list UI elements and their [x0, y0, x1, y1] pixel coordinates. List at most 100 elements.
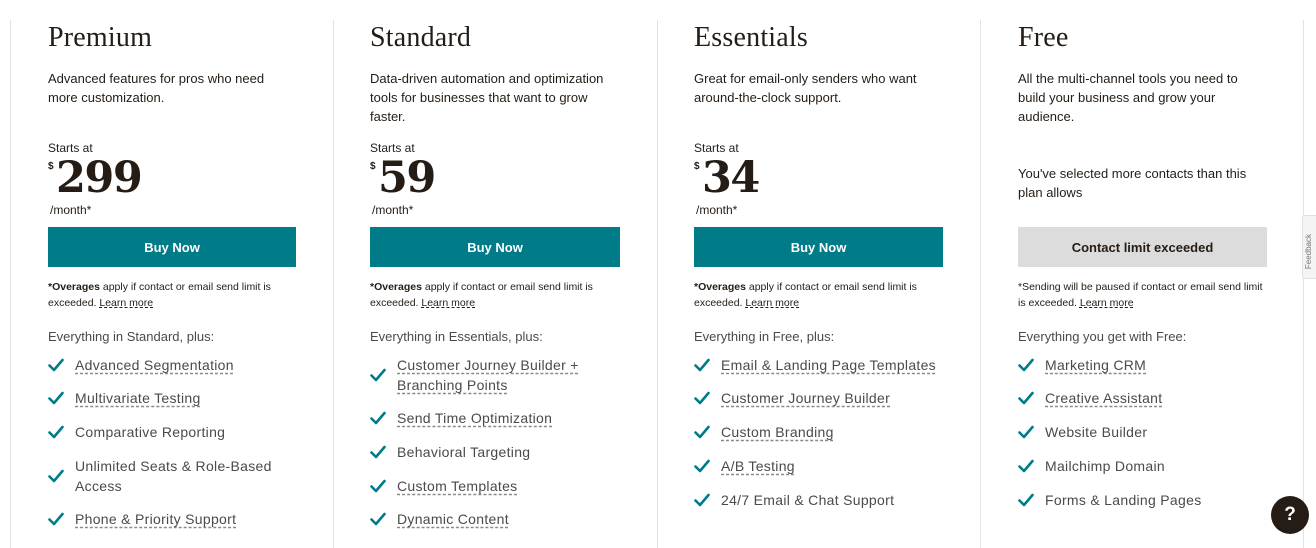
check-icon — [1018, 358, 1034, 372]
feature-label[interactable]: Send Time Optimization — [397, 408, 552, 428]
feedback-tab[interactable]: Feedback — [1302, 215, 1316, 279]
buy-now-button[interactable]: Buy Now — [370, 227, 620, 267]
check-icon — [48, 512, 64, 526]
feature-label: Website Builder — [1045, 424, 1148, 440]
check-icon — [694, 391, 710, 405]
overages-label: *Overages — [370, 281, 422, 293]
check-icon — [1018, 493, 1034, 507]
help-button[interactable]: ? — [1271, 496, 1309, 534]
overages-note: *Overages apply if contact or email send… — [694, 279, 944, 311]
check-icon — [370, 411, 386, 425]
plan-description: Data-driven automation and optimization … — [370, 71, 604, 124]
column-divider — [1303, 20, 1304, 548]
plan-description: All the multi-channel tools you need to … — [1018, 71, 1238, 124]
feature-item: 24/7 Email & Chat Support — [694, 490, 944, 510]
plan-name: Free — [1018, 22, 1069, 53]
feedback-tab-label: Feedback — [1304, 234, 1313, 270]
plan-description: Great for email-only senders who want ar… — [694, 71, 917, 105]
feature-item: Customer Journey Builder — [694, 388, 944, 408]
price-amount: 299 — [56, 153, 143, 203]
plan-name: Standard — [370, 22, 472, 53]
feature-label[interactable]: Customer Journey Builder — [721, 388, 890, 408]
currency-symbol: $ — [694, 161, 700, 172]
feature-label[interactable]: Advanced Segmentation — [75, 355, 234, 375]
contact-limit-exceeded-button[interactable]: Contact limit exceeded — [1018, 227, 1267, 267]
learn-more-link[interactable]: Learn more — [99, 297, 153, 309]
check-icon — [1018, 391, 1034, 405]
feature-label[interactable]: Dynamic Content — [397, 509, 509, 529]
check-icon — [48, 391, 64, 405]
feature-label: Mailchimp Domain — [1045, 458, 1165, 474]
overages-label: *Overages — [694, 281, 746, 293]
check-icon — [694, 425, 710, 439]
check-icon — [370, 512, 386, 526]
feature-item: Comparative Reporting — [48, 422, 298, 442]
feature-label: Unlimited Seats & Role-Based Access — [75, 458, 272, 494]
check-icon — [694, 493, 710, 507]
column-divider — [980, 20, 981, 548]
feature-label[interactable]: Custom Branding — [721, 422, 834, 442]
check-icon — [48, 425, 64, 439]
column-divider — [333, 20, 334, 548]
check-icon — [694, 358, 710, 372]
feature-label[interactable]: Creative Assistant — [1045, 388, 1162, 408]
feature-label[interactable]: A/B Testing — [721, 456, 795, 476]
feature-label[interactable]: Custom Templates — [397, 476, 517, 496]
feature-item: Phone & Priority Support — [48, 509, 298, 529]
pricing-plans: Premium Advanced features for pros who n… — [0, 0, 1316, 548]
feature-item: Marketing CRM — [1018, 355, 1268, 375]
buy-now-button[interactable]: Buy Now — [48, 227, 296, 267]
learn-more-link[interactable]: Learn more — [421, 297, 475, 309]
per-month-label: /month* — [696, 203, 738, 217]
check-icon — [48, 469, 64, 483]
overages-note: *Overages apply if contact or email send… — [370, 279, 620, 311]
check-icon — [370, 445, 386, 459]
everything-heading: Everything you get with Free: — [1018, 329, 1187, 344]
contact-limit-warning: You've selected more contacts than this … — [1018, 166, 1247, 200]
feature-label[interactable]: Marketing CRM — [1045, 355, 1146, 375]
feature-item: Dynamic Content — [370, 509, 620, 529]
check-icon — [48, 358, 64, 372]
everything-heading: Everything in Standard, plus: — [48, 329, 215, 344]
feature-item: Customer Journey Builder + Branching Poi… — [370, 355, 620, 395]
feature-label[interactable]: Customer Journey Builder + Branching Poi… — [397, 355, 602, 395]
feature-label: Comparative Reporting — [75, 424, 226, 440]
question-mark-icon: ? — [1284, 504, 1296, 525]
feature-label[interactable]: Email & Landing Page Templates — [721, 355, 936, 375]
buy-now-button[interactable]: Buy Now — [694, 227, 943, 267]
plan-name: Premium — [48, 22, 153, 53]
currency-symbol: $ — [370, 161, 376, 172]
sending-paused-text: *Sending will be paused if contact or em… — [1018, 281, 1263, 309]
feature-item: Behavioral Targeting — [370, 442, 620, 462]
feature-item: Website Builder — [1018, 422, 1268, 442]
sending-paused-note: *Sending will be paused if contact or em… — [1018, 279, 1268, 311]
feature-item: Email & Landing Page Templates — [694, 355, 944, 375]
feature-label: 24/7 Email & Chat Support — [721, 492, 895, 508]
check-icon — [370, 479, 386, 493]
feature-item: Custom Branding — [694, 422, 944, 442]
learn-more-link[interactable]: Learn more — [745, 297, 799, 309]
learn-more-link[interactable]: Learn more — [1080, 297, 1134, 309]
currency-symbol: $ — [48, 161, 54, 172]
feature-item: A/B Testing — [694, 456, 944, 476]
feature-item: Custom Templates — [370, 476, 620, 496]
feature-item: Advanced Segmentation — [48, 355, 298, 375]
per-month-label: /month* — [372, 203, 414, 217]
plan-name: Essentials — [694, 22, 808, 53]
feature-item: Multivariate Testing — [48, 388, 298, 408]
feature-item: Unlimited Seats & Role-Based Access — [48, 456, 298, 496]
feature-item: Send Time Optimization — [370, 408, 620, 428]
column-divider — [10, 20, 11, 548]
everything-heading: Everything in Free, plus: — [694, 329, 835, 344]
check-icon — [1018, 425, 1034, 439]
check-icon — [1018, 459, 1034, 473]
feature-label[interactable]: Multivariate Testing — [75, 388, 201, 408]
feature-item: Forms & Landing Pages — [1018, 490, 1268, 510]
price-amount: 34 — [702, 153, 760, 203]
price-amount: 59 — [378, 153, 436, 203]
feature-item: Mailchimp Domain — [1018, 456, 1268, 476]
feature-label[interactable]: Phone & Priority Support — [75, 509, 236, 529]
feature-label: Behavioral Targeting — [397, 444, 531, 460]
check-icon — [694, 459, 710, 473]
check-icon — [370, 368, 386, 382]
